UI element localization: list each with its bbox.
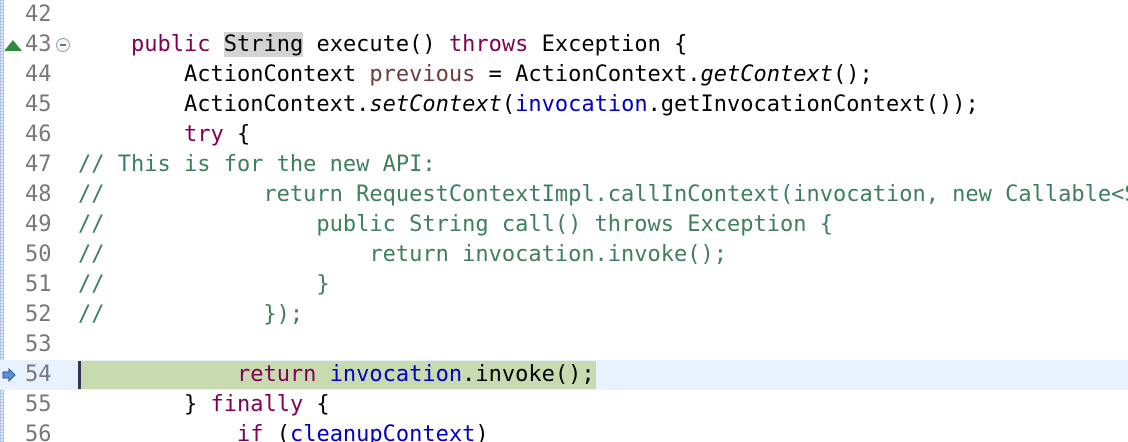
code-line[interactable]: 48 // return RequestContextImpl.callInCo… — [0, 180, 1128, 210]
code-line[interactable]: 55 } finally { — [0, 390, 1128, 420]
occurrence-highlight: String — [223, 32, 304, 57]
code-text: ActionContext.setContext(invocation.getI… — [183, 92, 979, 117]
line-number: 52 — [25, 302, 52, 327]
line-number: 43 — [25, 32, 52, 57]
code-line[interactable]: 43 public String execute() throws Except… — [0, 30, 1128, 60]
line-number: 45 — [25, 92, 52, 117]
code-line[interactable]: 52 // }); — [0, 300, 1128, 330]
line-number: 46 — [25, 122, 52, 147]
line-number: 49 — [25, 212, 52, 237]
code-comment: // }); — [78, 302, 304, 327]
code-comment: // This is for the new API: — [78, 152, 436, 177]
line-number: 50 — [25, 242, 52, 267]
line-number: 47 — [25, 152, 52, 177]
line-number: 42 — [25, 2, 52, 27]
code-line[interactable]: 45 ActionContext.setContext(invocation.g… — [0, 90, 1128, 120]
line-number: 53 — [25, 332, 52, 357]
code-text: } finally { — [183, 392, 330, 417]
fold-collapse-icon[interactable] — [56, 38, 70, 52]
code-line[interactable]: 44 ActionContext previous = ActionContex… — [0, 60, 1128, 90]
debug-current-instruction-arrow-icon[interactable] — [2, 368, 16, 382]
code-text: return invocation.invoke(); — [236, 362, 595, 387]
code-comment: // return invocation.invoke(); — [78, 242, 728, 267]
current-debug-line[interactable]: 54 return invocation.invoke(); — [0, 360, 1128, 390]
line-number: 54 — [25, 362, 52, 387]
code-text: if (cleanupContext) — [236, 422, 489, 442]
code-line[interactable]: 47 // This is for the new API: — [0, 150, 1128, 180]
line-number: 56 — [25, 422, 52, 442]
line-number: 51 — [25, 272, 52, 297]
line-number: 48 — [25, 182, 52, 207]
code-text: try { — [183, 122, 251, 147]
code-comment: // return RequestContextImpl.callInConte… — [78, 182, 1128, 207]
code-line[interactable]: 49 // public String call() throws Except… — [0, 210, 1128, 240]
code-comment: // } — [78, 272, 330, 297]
code-line[interactable]: 50 // return invocation.invoke(); — [0, 240, 1128, 270]
code-line[interactable]: 53 — [0, 330, 1128, 360]
code-text: public String execute() throws Exception… — [130, 32, 688, 57]
code-comment: // public String call() throws Exception… — [78, 212, 833, 237]
line-number: 55 — [25, 392, 52, 417]
code-line[interactable]: 56 if (cleanupContext) — [0, 420, 1128, 442]
code-line[interactable]: 51 // } — [0, 270, 1128, 300]
code-line[interactable]: 42 — [0, 0, 1128, 30]
code-text: ActionContext previous = ActionContext.g… — [183, 62, 873, 87]
override-triangle-icon[interactable] — [4, 40, 22, 51]
code-editor[interactable]: 42 43 public String execute() throws Exc… — [0, 0, 1128, 442]
code-line[interactable]: 46 try { — [0, 120, 1128, 150]
line-number: 44 — [25, 62, 52, 87]
